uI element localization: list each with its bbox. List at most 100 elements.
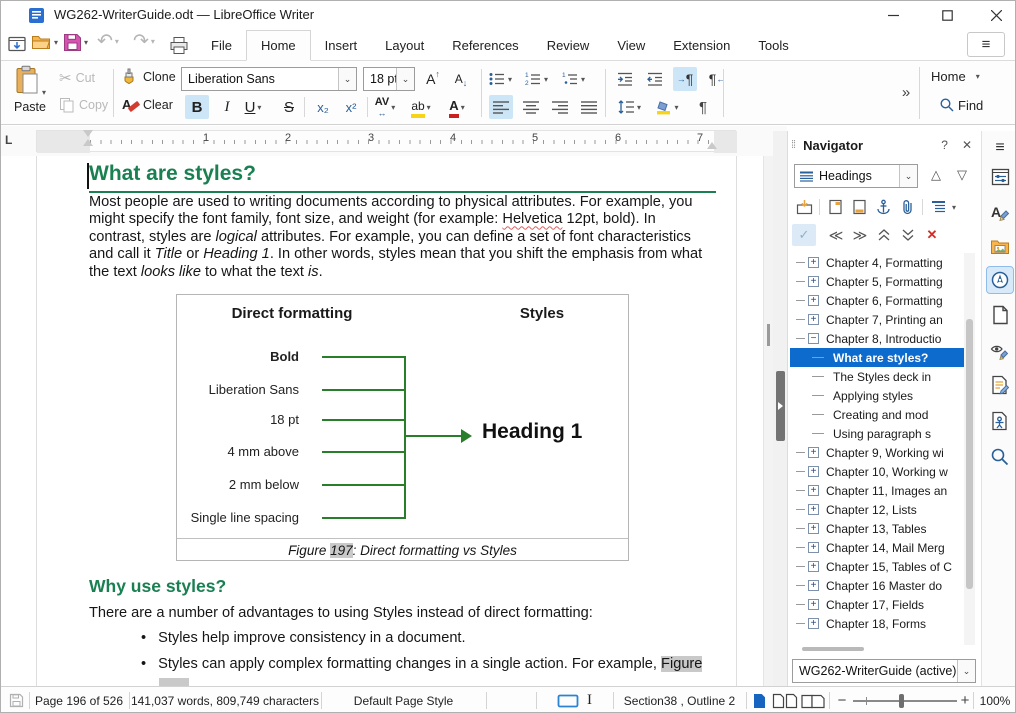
first-line-indent-marker[interactable] <box>83 130 93 146</box>
undo-button[interactable]: ↶ ▾ <box>97 30 119 53</box>
tree-expander-icon[interactable] <box>808 276 819 287</box>
navigator-tree-item[interactable]: Chapter 11, Images an <box>790 481 964 500</box>
style-inspector-icon[interactable] <box>986 337 1014 365</box>
book-view-icon[interactable] <box>798 687 828 713</box>
font-name-combo[interactable]: Liberation Sans⌄ <box>181 67 357 91</box>
tree-expander-icon[interactable] <box>808 599 819 610</box>
previous-heading-icon[interactable]: △ <box>924 164 948 186</box>
tree-expander-icon[interactable] <box>808 561 819 572</box>
clone-formatting-button[interactable]: Clone <box>122 68 176 85</box>
chevron-down-icon[interactable]: ⌄ <box>899 165 917 187</box>
character-spacing-button[interactable]: AV↔▾ <box>373 95 397 119</box>
document-scrollbar[interactable] <box>763 156 773 686</box>
minimize-button[interactable] <box>873 2 913 28</box>
navigator-document-combo[interactable]: WG262-WriterGuide (active)⌄ <box>792 659 976 683</box>
open-button[interactable]: ▾ <box>31 33 58 52</box>
tree-expander-icon[interactable] <box>808 314 819 325</box>
superscript-button[interactable]: x² <box>339 95 363 119</box>
panel-help-button[interactable]: ? <box>941 138 948 152</box>
heading-levels-dropdown-icon[interactable]: ▾ <box>952 203 956 212</box>
anchor-icon[interactable] <box>871 196 895 218</box>
line-spacing-button[interactable]: ▾ <box>617 95 641 119</box>
justify-icon[interactable] <box>577 95 601 119</box>
decrease-font-size-button[interactable]: A↓ <box>449 67 473 91</box>
tab-file[interactable]: File <box>197 30 246 61</box>
heading-levels-icon[interactable] <box>926 196 950 218</box>
underline-dropdown-icon[interactable]: ▾ <box>257 103 261 112</box>
new-document-icon[interactable] <box>5 33 29 57</box>
decrease-indent-icon[interactable] <box>643 67 667 91</box>
single-page-view-icon[interactable] <box>748 687 770 713</box>
zoom-slider[interactable] <box>851 687 959 713</box>
page-number-status[interactable]: Page 196 of 526 <box>29 687 129 713</box>
selection-mode-status[interactable]: I <box>536 687 613 713</box>
tree-expander-icon[interactable] <box>808 295 819 306</box>
chevron-down-icon[interactable]: ⌄ <box>957 660 975 682</box>
navigator-tree-item[interactable]: Chapter 15, Tables of C <box>790 557 964 576</box>
subscript-button[interactable]: x₂ <box>311 95 335 119</box>
chevron-down-icon[interactable]: ⌄ <box>338 68 356 90</box>
reminder-icon[interactable] <box>895 196 919 218</box>
accessibility-check-icon[interactable] <box>986 407 1014 435</box>
navigator-scrollbar[interactable] <box>964 253 975 645</box>
tree-expander-icon[interactable] <box>808 447 819 458</box>
paste-button[interactable]: ▾ Paste <box>7 65 53 121</box>
multi-page-view-icon[interactable] <box>770 687 800 713</box>
tab-extension[interactable]: Extension <box>659 30 744 61</box>
toggle-master-view-icon[interactable] <box>792 196 816 218</box>
chevron-down-icon[interactable]: ⌄ <box>396 68 414 90</box>
panel-close-icon[interactable]: ✕ <box>962 138 972 152</box>
cut-button[interactable]: ✂ Cut <box>59 69 95 87</box>
navigator-tree-item[interactable]: Chapter 7, Printing an <box>790 310 964 329</box>
find-icon[interactable] <box>986 443 1014 471</box>
right-indent-marker[interactable] <box>707 142 717 149</box>
sidebar-collapse-handle[interactable] <box>776 371 785 441</box>
outline-list-button[interactable]: 1▾ <box>561 67 585 91</box>
navigator-tree-item[interactable]: Chapter 17, Fields <box>790 595 964 614</box>
tree-expander-icon[interactable] <box>808 257 819 268</box>
paragraph-background-button[interactable]: ▾ <box>655 95 679 119</box>
tree-expander-icon[interactable] <box>808 466 819 477</box>
document-scrollbar-thumb[interactable] <box>767 324 770 346</box>
bullet-list-button[interactable]: ▾ <box>488 67 512 91</box>
zoom-slider-thumb[interactable] <box>899 694 904 708</box>
navigator-tree-item[interactable]: Chapter 13, Tables <box>790 519 964 538</box>
align-right-icon[interactable] <box>548 95 572 119</box>
align-left-icon[interactable] <box>489 95 513 119</box>
navigator-tree-item[interactable]: Chapter 8, Introductio <box>790 329 964 348</box>
increase-indent-icon[interactable] <box>613 67 637 91</box>
navigator-tree-item[interactable]: What are styles? <box>790 348 964 367</box>
horizontal-ruler[interactable]: L 1 2 3 4 5 6 7 <box>1 126 787 156</box>
formatting-marks-button[interactable]: ¶ <box>691 95 715 119</box>
zoom-in-button[interactable]: + <box>957 687 973 713</box>
navigator-tree-item[interactable]: Using paragraph s <box>790 424 964 443</box>
navigator-tree-item[interactable]: The Styles deck in <box>790 367 964 386</box>
properties-icon[interactable] <box>986 163 1014 191</box>
word-count-status[interactable]: 141,037 words, 809,749 characters <box>129 687 321 713</box>
tree-expander-icon[interactable] <box>808 542 819 553</box>
tree-expander-icon[interactable] <box>808 485 819 496</box>
page-style-status[interactable]: Default Page Style <box>321 687 486 713</box>
page-icon[interactable] <box>986 301 1014 329</box>
promote-chapter-icon[interactable]: ≪ <box>824 224 848 246</box>
navigator-tree-item[interactable]: Chapter 12, Lists <box>790 500 964 519</box>
navigator-tree-item[interactable]: Chapter 4, Formatting <box>790 253 964 272</box>
tab-insert[interactable]: Insert <box>311 30 372 61</box>
tab-review[interactable]: Review <box>533 30 604 61</box>
tab-references[interactable]: References <box>438 30 532 61</box>
tree-expander-icon[interactable] <box>808 618 819 629</box>
delete-heading-icon[interactable]: ✕ <box>920 224 944 246</box>
menubar-toggle-icon[interactable]: ≡ <box>967 32 1005 57</box>
maximize-button[interactable] <box>927 2 967 28</box>
tree-expander-icon[interactable] <box>808 504 819 515</box>
open-dropdown-icon[interactable]: ▾ <box>54 38 58 47</box>
zoom-percent-status[interactable]: 100% <box>973 687 1016 713</box>
italic-button[interactable]: I <box>215 95 239 119</box>
tree-expander-icon[interactable] <box>808 333 819 344</box>
numbered-list-button[interactable]: 12▾ <box>524 67 548 91</box>
clear-formatting-button[interactable]: A Clear <box>122 96 173 113</box>
print-icon[interactable] <box>167 33 191 57</box>
panel-grip-icon[interactable]: ⁞⁞ <box>791 139 795 151</box>
navigator-tree-item[interactable]: Chapter 16 Master do <box>790 576 964 595</box>
save-status-icon[interactable] <box>5 687 27 713</box>
